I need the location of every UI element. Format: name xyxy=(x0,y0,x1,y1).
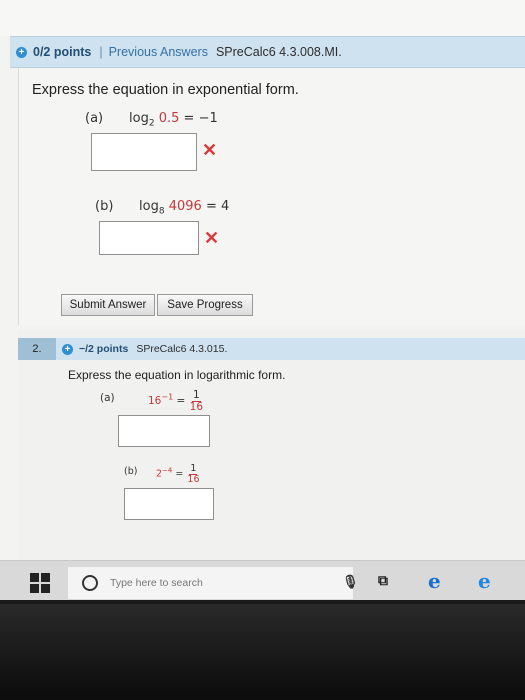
power-exponent: −1 xyxy=(161,392,174,402)
equals-sign: = xyxy=(183,111,195,126)
part-b-label: (b) xyxy=(124,466,138,477)
fraction: 1 16 xyxy=(186,464,200,484)
fraction-numerator: 1 xyxy=(192,389,201,402)
save-progress-button[interactable]: Save Progress xyxy=(157,294,253,316)
fraction-numerator: 1 xyxy=(189,463,198,475)
log-argument: 4096 xyxy=(168,199,202,214)
equals-sign: = xyxy=(176,395,186,407)
part-b-equation: log8 4096 = 4 xyxy=(139,199,229,217)
part-a-answer-input[interactable] xyxy=(118,415,210,447)
log-word: log xyxy=(139,199,159,214)
windows-start-icon[interactable] xyxy=(30,573,50,593)
submit-answer-button[interactable]: Submit Answer xyxy=(61,294,155,316)
previous-answers-link[interactable]: Previous Answers xyxy=(109,45,208,59)
windows-taskbar: Type here to search 🎙 ⧉ e e xyxy=(0,560,525,600)
equals-sign: = xyxy=(175,468,184,480)
question-1-prompt: Express the equation in exponential form… xyxy=(32,82,299,98)
cortana-icon[interactable] xyxy=(82,575,98,591)
log-argument: 0.5 xyxy=(158,111,180,126)
question-2-points: −/2 points xyxy=(79,343,129,355)
part-b-label: (b) xyxy=(95,199,114,214)
part-a-equation: 16−1 = 1 16 xyxy=(148,390,204,412)
incorrect-x-icon: ✕ xyxy=(202,140,218,160)
part-a-answer-input[interactable] xyxy=(91,133,197,171)
log-result: −1 xyxy=(198,111,218,126)
fraction-denominator: 16 xyxy=(189,400,204,413)
log-base: 8 xyxy=(158,206,165,217)
expand-plus-icon[interactable]: + xyxy=(16,46,27,58)
part-b-answer-input[interactable] xyxy=(124,488,214,520)
header-separator: | xyxy=(99,45,103,59)
question-1-body: Express the equation in exponential form… xyxy=(18,68,525,326)
microphone-icon[interactable]: 🎙 xyxy=(342,575,359,590)
equals-sign: = xyxy=(205,199,217,214)
fraction: 1 16 xyxy=(189,390,204,412)
part-a-equation: log2 0.5 = −1 xyxy=(129,111,218,129)
edge-icon[interactable]: e xyxy=(428,569,441,593)
ie-icon[interactable]: e xyxy=(478,569,491,593)
log-word: log xyxy=(129,111,149,126)
search-placeholder: Type here to search xyxy=(110,577,203,589)
question-1-id: SPreCalc6 4.3.008.MI. xyxy=(215,45,342,59)
part-a-label: (a) xyxy=(85,111,104,126)
part-b-answer-input[interactable] xyxy=(99,221,199,255)
part-a-label: (a) xyxy=(100,392,115,404)
question-2-id: SPreCalc6 4.3.015. xyxy=(136,343,228,355)
laptop-bezel xyxy=(0,604,525,700)
incorrect-x-icon: ✕ xyxy=(204,228,220,248)
power-exponent: −4 xyxy=(162,466,173,475)
part-b-equation: 2−4 = 1 16 xyxy=(156,464,201,484)
top-strip xyxy=(0,0,525,36)
expand-plus-icon[interactable]: + xyxy=(62,343,73,355)
question-2-container: 2. + −/2 points SPreCalc6 4.3.015. Expre… xyxy=(18,330,525,570)
log-base: 2 xyxy=(148,118,155,129)
question-2-prompt: Express the equation in logarithmic form… xyxy=(68,368,286,382)
question-2-number: 2. xyxy=(18,338,56,360)
taskbar-search-box[interactable]: Type here to search xyxy=(68,567,353,599)
question-1-header: + 0/2 points | Previous Answers SPreCalc… xyxy=(10,36,525,68)
task-view-icon[interactable]: ⧉ xyxy=(378,573,388,589)
question-2-header: + −/2 points SPreCalc6 4.3.015. xyxy=(56,338,525,360)
browser-viewport: + 0/2 points | Previous Answers SPreCalc… xyxy=(0,0,525,600)
log-result: 4 xyxy=(220,199,230,214)
fraction-denominator: 16 xyxy=(187,473,200,485)
power-base: 16 xyxy=(148,395,162,407)
question-1-points: 0/2 points xyxy=(33,45,92,59)
